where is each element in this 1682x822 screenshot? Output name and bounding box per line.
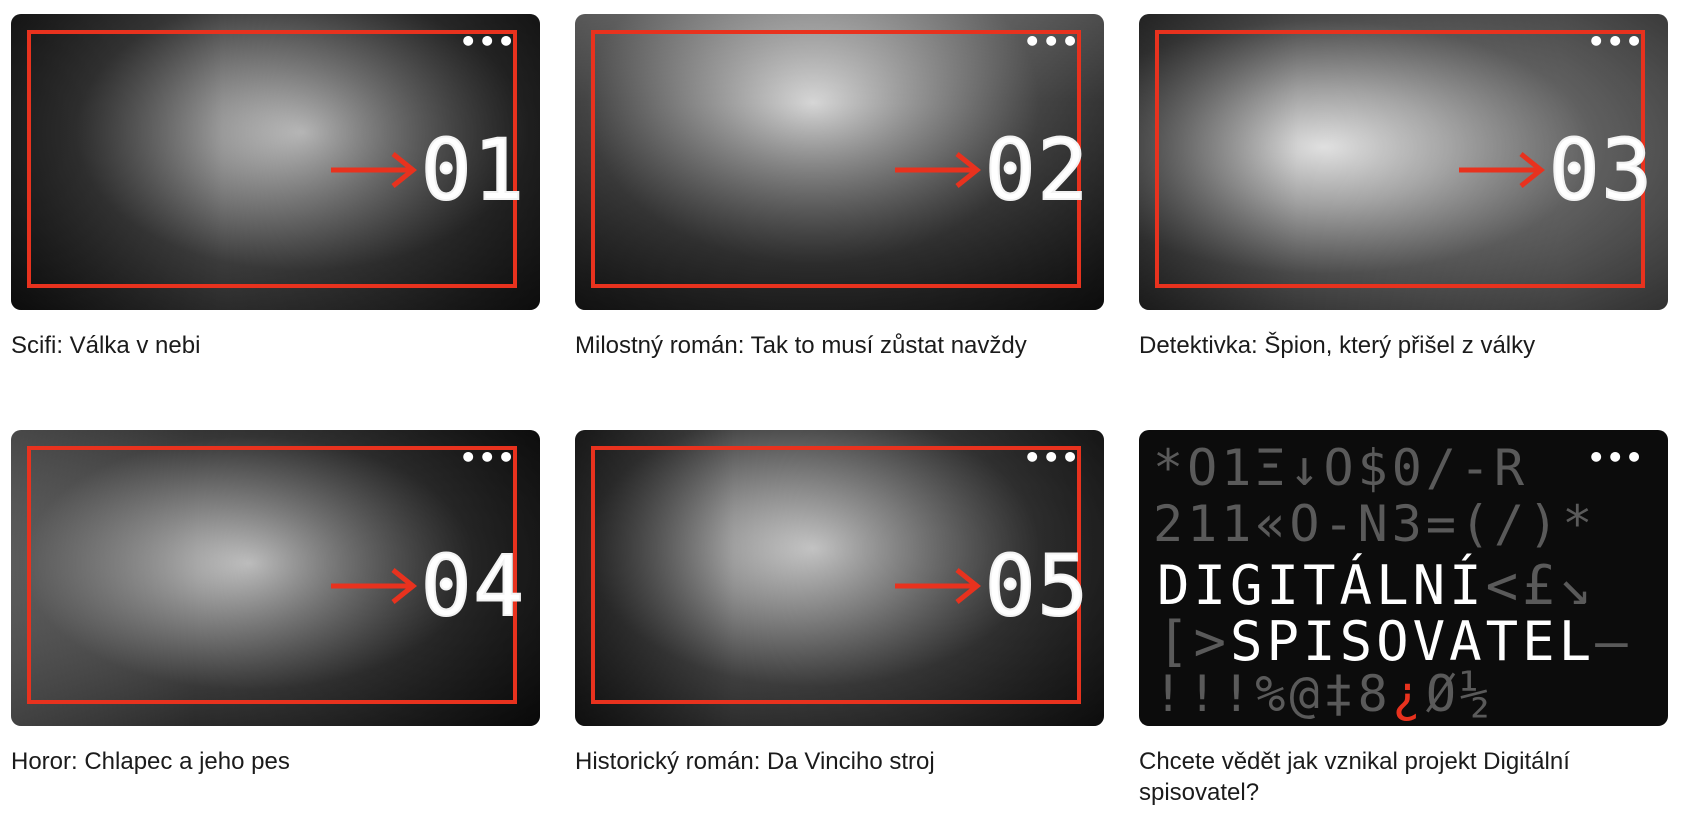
article-title[interactable]: Chcete vědět jak vznikal projekt Digitál… xyxy=(1139,746,1668,808)
episode-badge: 01 xyxy=(330,121,526,219)
article-card-05[interactable]: ••• 05 Historický román: Da Vinciho stro… xyxy=(575,430,1104,777)
arrow-right-icon xyxy=(894,152,981,188)
article-card-digital-writer[interactable]: ••• *O1Ξ↓O$0/-R 211«O-N3=(/)* DIGITÁLNÍ<… xyxy=(1139,430,1668,808)
more-horizontal-icon[interactable]: ••• xyxy=(459,28,516,56)
cover-glyphs: <£↘ xyxy=(1485,554,1596,617)
more-horizontal-icon[interactable]: ••• xyxy=(1587,28,1644,56)
article-title[interactable]: Milostný román: Tak to musí zůstat navžd… xyxy=(575,330,1104,361)
cover-glyphs: !!!%@‡8 xyxy=(1153,665,1392,723)
article-thumbnail[interactable]: ••• 03 xyxy=(1139,14,1668,310)
episode-number: 04 xyxy=(420,537,526,635)
article-thumbnail[interactable]: ••• *O1Ξ↓O$0/-R 211«O-N3=(/)* DIGITÁLNÍ<… xyxy=(1139,430,1668,726)
cover-glyph-row: *O1Ξ↓O$0/-R xyxy=(1153,439,1529,497)
episode-badge: 02 xyxy=(894,121,1090,219)
cover-glyphs: [> xyxy=(1157,610,1231,673)
article-title[interactable]: Detektivka: Špion, který přišel z války xyxy=(1139,330,1668,361)
episode-number: 03 xyxy=(1548,121,1654,219)
cover-word: SPISOVATEL xyxy=(1230,610,1596,673)
arrow-right-icon xyxy=(1458,152,1545,188)
article-title[interactable]: Horor: Chlapec a jeho pes xyxy=(11,746,540,777)
cover-word: DIGITÁLNÍ xyxy=(1157,554,1486,617)
article-thumbnail[interactable]: ••• 05 xyxy=(575,430,1104,726)
article-card-03[interactable]: ••• 03 Detektivka: Špion, který přišel z… xyxy=(1139,14,1668,361)
episode-number: 02 xyxy=(984,121,1090,219)
episode-badge: 04 xyxy=(330,537,526,635)
cover-word-digital: DIGITÁLNÍ<£↘ xyxy=(1157,558,1595,614)
article-card-04[interactable]: ••• 04 Horor: Chlapec a jeho pes xyxy=(11,430,540,777)
article-thumbnail[interactable]: ••• 04 xyxy=(11,430,540,726)
episode-number: 01 xyxy=(420,121,526,219)
episode-number: 05 xyxy=(984,537,1090,635)
more-horizontal-icon[interactable]: ••• xyxy=(1587,444,1644,472)
article-card-02[interactable]: ••• 02 Milostný román: Tak to musí zůsta… xyxy=(575,14,1104,361)
arrow-right-icon xyxy=(330,152,417,188)
article-card-01[interactable]: ••• 01 Scifi: Válka v nebi xyxy=(11,14,540,361)
article-thumbnail[interactable]: ••• 02 xyxy=(575,14,1104,310)
article-title[interactable]: Historický román: Da Vinciho stroj xyxy=(575,746,1104,777)
more-horizontal-icon[interactable]: ••• xyxy=(459,444,516,472)
arrow-right-icon xyxy=(894,568,981,604)
cover-glyphs: — xyxy=(1595,610,1632,673)
article-title[interactable]: Scifi: Válka v nebi xyxy=(11,330,540,361)
cover-glyph-accent: ¿ xyxy=(1391,665,1426,723)
arrow-right-icon xyxy=(330,568,417,604)
article-grid: ••• 01 Scifi: Válka v nebi ••• 02 Milost… xyxy=(0,0,1682,822)
more-horizontal-icon[interactable]: ••• xyxy=(1023,444,1080,472)
episode-badge: 05 xyxy=(894,537,1090,635)
article-thumbnail[interactable]: ••• 01 xyxy=(11,14,540,310)
cover-glyph-row: 211«O-N3=(/)* xyxy=(1153,495,1597,553)
more-horizontal-icon[interactable]: ••• xyxy=(1023,28,1080,56)
cover-glyphs: Ø½ xyxy=(1425,665,1495,723)
episode-badge: 03 xyxy=(1458,121,1654,219)
cover-glyph-row: !!!%@‡8¿Ø½ xyxy=(1153,668,1494,720)
cover-word-writer: [>SPISOVATEL— xyxy=(1157,614,1632,670)
